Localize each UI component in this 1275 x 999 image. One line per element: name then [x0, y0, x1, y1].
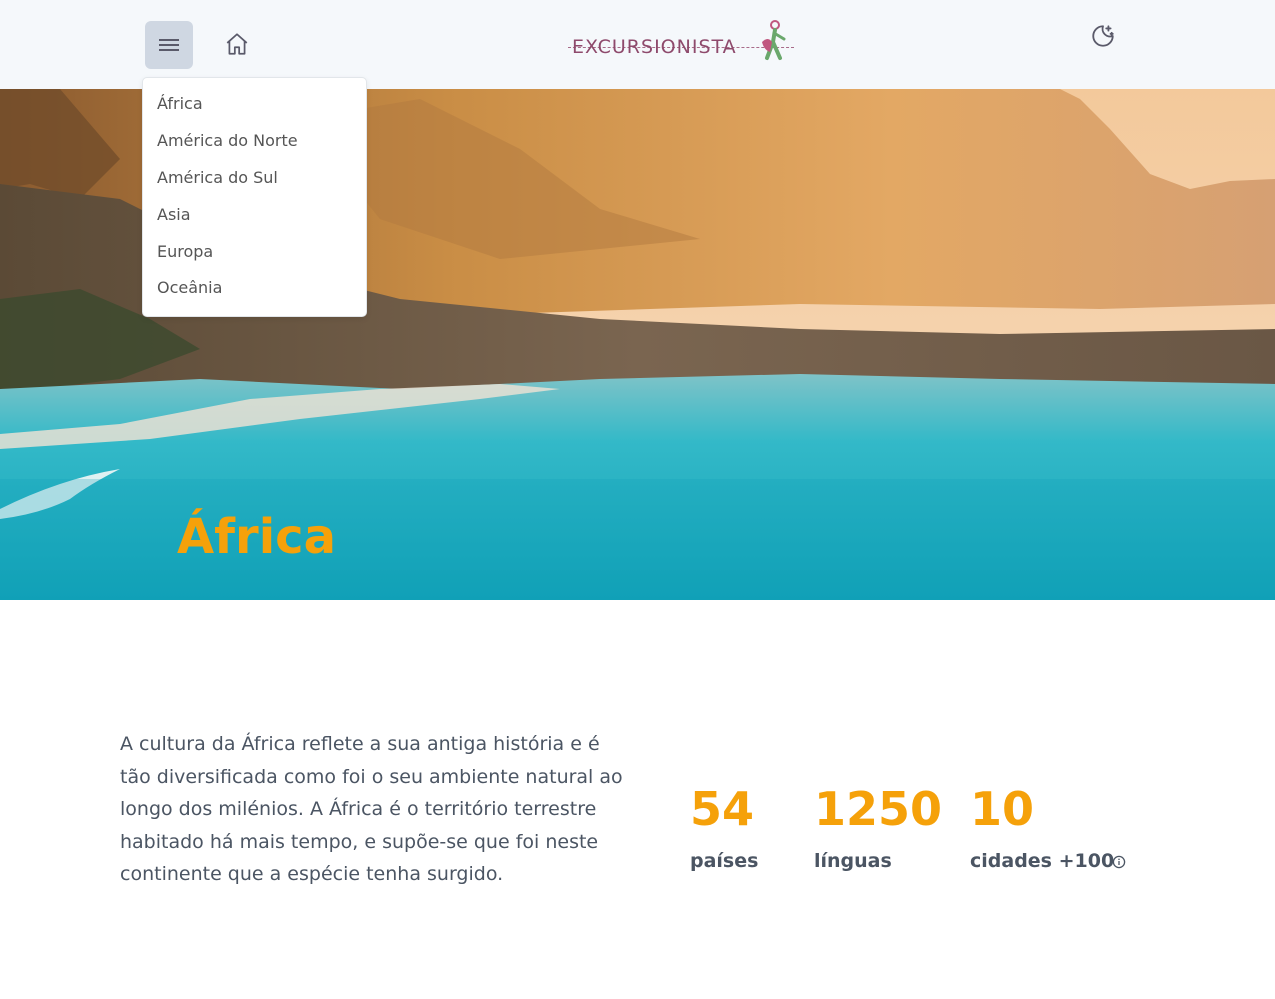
home-icon [226, 33, 248, 55]
stat-countries-value: 54 [690, 782, 755, 836]
menu-item-america-do-sul[interactable]: América do Sul [157, 168, 278, 187]
menu-item-europa[interactable]: Europa [157, 242, 213, 261]
logo-text: EXCURSIONISTA [572, 36, 737, 58]
menu-button[interactable] [145, 21, 193, 69]
continent-description: A cultura da África reflete a sua antiga… [120, 733, 623, 886]
theme-toggle-button[interactable] [1089, 22, 1117, 50]
stat-languages-value: 1250 [814, 782, 943, 836]
stat-countries-label: países [690, 850, 759, 872]
home-button[interactable] [223, 30, 251, 58]
stat-cities-label: cidades +100 [970, 850, 1115, 872]
menu-item-america-do-norte[interactable]: América do Norte [157, 131, 298, 150]
menu-item-oceania[interactable]: Oceânia [157, 278, 222, 297]
hamburger-icon [159, 39, 179, 51]
site-logo[interactable]: EXCURSIONISTA [568, 20, 794, 64]
page-title: África [177, 509, 336, 565]
menu-item-africa[interactable]: África [157, 94, 203, 113]
continent-dropdown-menu: África América do Norte América do Sul A… [142, 77, 367, 317]
info-icon[interactable] [1112, 855, 1126, 869]
menu-item-asia[interactable]: Asia [157, 205, 191, 224]
moon-star-icon [1092, 25, 1114, 47]
hiker-icon [762, 20, 786, 60]
stat-cities-value: 10 [970, 782, 1035, 836]
stat-languages-label: línguas [814, 850, 892, 872]
